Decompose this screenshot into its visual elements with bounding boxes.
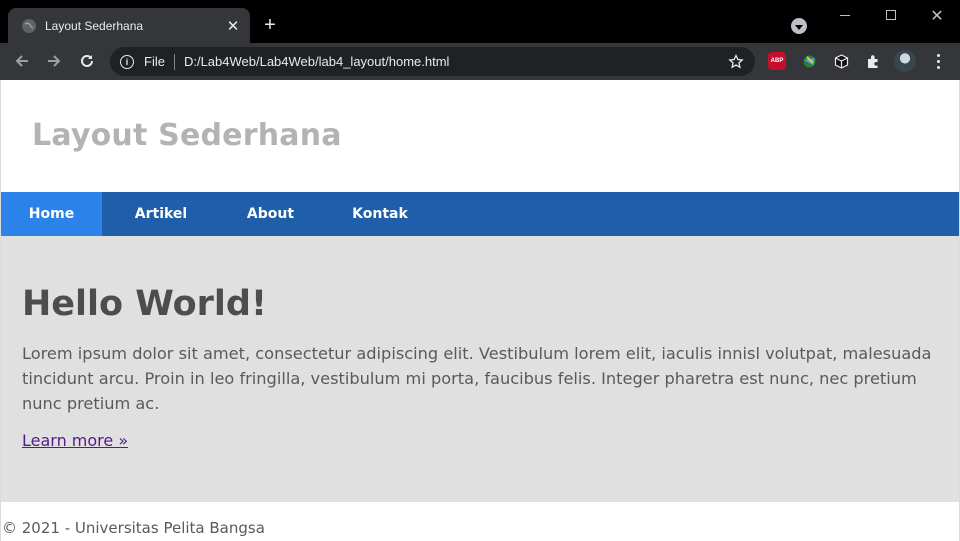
bookmark-star-icon[interactable] [726,52,746,72]
web-page: Layout Sederhana Home Artikel About Kont… [0,80,960,541]
nav-item-home[interactable]: Home [1,192,102,236]
site-title: Layout Sederhana [32,118,342,153]
site-header: Layout Sederhana [1,80,959,192]
minimize-button[interactable] [822,0,868,30]
tab-close-icon[interactable]: ✕ [222,15,244,37]
url-text[interactable]: D:/Lab4Web/Lab4Web/lab4_layout/home.html [184,54,726,69]
hero-paragraph: Lorem ipsum dolor sit amet, consectetur … [22,344,932,413]
window-close-button[interactable]: ✕ [914,0,960,30]
hero-section: Hello World! Lorem ipsum dolor sit amet,… [1,236,959,502]
hero-heading: Hello World! [22,284,267,324]
nav-item-artikel[interactable]: Artikel [102,192,220,236]
main-nav: Home Artikel About Kontak [1,192,959,236]
tab-strip: Layout Sederhana ✕ + ✕ [0,0,960,43]
extensions-puzzle-icon[interactable] [863,51,883,71]
scheme-label: File [144,54,165,69]
profile-avatar[interactable] [894,50,916,72]
adblock-extension-icon[interactable]: ABP [767,51,787,71]
nav-item-kontak[interactable]: Kontak [321,192,439,236]
reload-icon[interactable] [74,48,100,74]
browser-tab[interactable]: Layout Sederhana ✕ [8,8,250,43]
nav-item-about[interactable]: About [220,192,321,236]
tab-title: Layout Sederhana [45,18,144,33]
maximize-button[interactable] [868,0,914,30]
address-separator [173,53,175,70]
forward-arrow-icon[interactable] [41,48,67,74]
info-icon[interactable]: i [120,54,134,69]
back-arrow-icon[interactable] [9,48,35,74]
learn-more-link[interactable]: Learn more » [22,431,128,450]
new-tab-button[interactable]: + [259,14,281,36]
globe-icon [22,18,36,33]
address-bar[interactable]: i File D:/Lab4Web/Lab4Web/lab4_layout/ho… [110,47,755,76]
page-footer: © 2021 - Universitas Pelita Bangsa [2,519,265,537]
download-manager-extension-icon[interactable] [799,51,819,71]
kebab-menu-icon[interactable] [928,51,948,71]
tab-search-icon[interactable] [791,18,807,34]
cube-extension-icon[interactable] [831,51,851,71]
browser-toolbar: i File D:/Lab4Web/Lab4Web/lab4_layout/ho… [0,43,960,80]
